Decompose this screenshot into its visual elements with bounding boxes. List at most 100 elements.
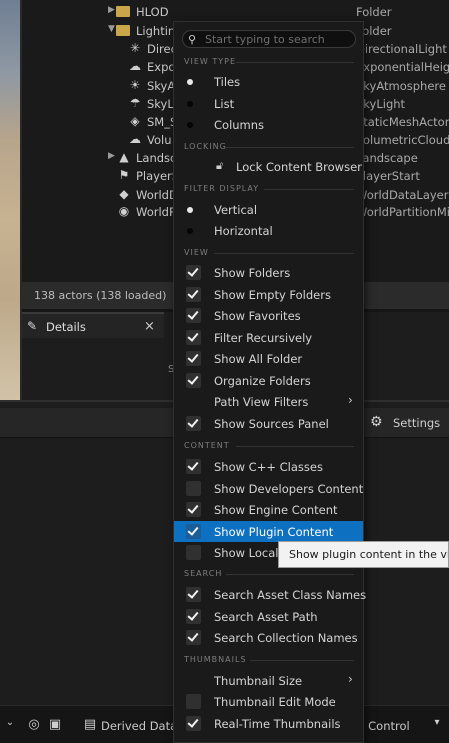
menu-item-show-all-folder[interactable]: Show All Folder <box>174 348 363 369</box>
menu-item-label: Show Developers Content <box>214 482 364 496</box>
collapse-arrow-icon[interactable]: ▼ <box>108 24 115 34</box>
checkbox-checked-icon[interactable] <box>186 716 201 731</box>
outliner-row-name: WorldP <box>136 205 176 219</box>
menu-item-lock-content-browser[interactable]: 🔓︎ Lock Content Browser <box>174 156 363 177</box>
chevron-down-icon[interactable]: ⌄ <box>2 717 18 733</box>
checkbox-unchecked-icon[interactable] <box>186 545 201 560</box>
menu-item-label: Thumbnail Size <box>214 674 303 688</box>
menu-item-search-asset-class-names[interactable]: Search Asset Class Names <box>174 584 367 605</box>
checkbox-checked-icon[interactable] <box>186 308 201 323</box>
chevron-right-icon: › <box>348 672 353 686</box>
checkbox-unchecked-icon[interactable] <box>186 481 201 496</box>
menu-item-show-favorites[interactable]: Show Favorites <box>174 305 363 326</box>
checkbox-checked-icon[interactable] <box>186 351 201 366</box>
menu-item-thumbnail-size[interactable]: Thumbnail Size › <box>174 670 363 691</box>
outliner-row-type: Landscape <box>356 151 418 165</box>
menu-item-label: Search Collection Names <box>214 631 358 645</box>
checkbox-checked-icon[interactable] <box>186 330 201 345</box>
menu-item-show-folders[interactable]: Show Folders <box>174 262 363 283</box>
section-divider <box>264 189 354 190</box>
settings-label: Settings <box>393 416 441 430</box>
menu-item-filter-recursively[interactable]: Filter Recursively <box>174 327 363 348</box>
menu-item-show-empty-folders[interactable]: Show Empty Folders <box>174 284 363 305</box>
checkbox-checked-icon[interactable] <box>186 265 201 280</box>
outliner-row[interactable]: ▶ HLOD Folder <box>22 2 449 22</box>
menu-item-label: Show Plugin Content <box>214 525 334 539</box>
expand-arrow-icon[interactable]: ▶ <box>108 5 115 15</box>
menu-item-label: Show All Folder <box>214 352 303 366</box>
checkbox-checked-icon[interactable] <box>186 502 201 517</box>
menu-item-show-developers-content[interactable]: Show Developers Content <box>174 478 363 499</box>
level-viewport[interactable] <box>0 0 22 400</box>
derived-data-icon: ▤ <box>83 717 97 732</box>
checkbox-checked-icon[interactable] <box>186 609 201 624</box>
section-divider <box>236 446 354 447</box>
section-view-type: VIEW TYPE <box>184 57 236 66</box>
outliner-row-type: WorldPartitionMini <box>356 205 449 219</box>
menu-item-path-view-filters[interactable]: Path View Filters › <box>174 391 363 412</box>
section-search: SEARCH <box>184 569 223 578</box>
trace-icon[interactable]: ◎ <box>26 717 42 733</box>
outliner-row-type: SkyAtmosphere <box>356 79 446 93</box>
outliner-row-name: SkyA <box>147 79 176 93</box>
menu-item-organize-folders[interactable]: Organize Folders <box>174 370 363 391</box>
menu-item-show-cpp-classes[interactable]: Show C++ Classes <box>174 456 363 477</box>
close-icon[interactable]: × <box>144 319 155 334</box>
camera-icon[interactable]: ▣ <box>47 717 63 733</box>
sun-icon: ✳ <box>129 41 141 55</box>
menu-item-label: Search Asset Class Names <box>214 588 367 602</box>
menu-item-columns[interactable]: Columns <box>174 114 363 135</box>
menu-item-label: Show Folders <box>214 266 291 280</box>
menu-item-label: Columns <box>214 118 265 132</box>
outliner-row-name: Volu <box>147 133 172 147</box>
menu-item-list[interactable]: List <box>174 93 363 114</box>
static-mesh-icon: ◈ <box>130 114 140 128</box>
pencil-icon: ✎ <box>27 319 38 333</box>
data-layers-icon: ◆ <box>119 187 129 201</box>
checkbox-checked-icon[interactable] <box>186 416 201 431</box>
menu-item-show-plugin-content[interactable]: Show Plugin Content <box>174 521 363 542</box>
menu-item-show-sources-panel[interactable]: Show Sources Panel <box>174 413 363 434</box>
menu-item-label: Organize Folders <box>214 374 311 388</box>
checkbox-checked-icon[interactable] <box>186 459 201 474</box>
checkbox-checked-icon[interactable] <box>186 373 201 388</box>
menu-item-tiles[interactable]: Tiles <box>174 71 363 92</box>
menu-item-label: Show Empty Folders <box>214 288 331 302</box>
menu-item-thumbnail-edit-mode[interactable]: Thumbnail Edit Mode <box>174 691 363 712</box>
search-input[interactable] <box>205 32 353 46</box>
outliner-row-type: DirectionalLight <box>356 42 447 56</box>
menu-item-horizontal[interactable]: Horizontal <box>174 220 363 241</box>
landscape-icon: ▲ <box>119 150 129 164</box>
outliner-row-type: StaticMeshActor <box>356 115 449 129</box>
chevron-right-icon: › <box>348 393 353 407</box>
fog-icon: ☁ <box>129 59 141 73</box>
outliner-row-name: WorldD <box>136 188 178 202</box>
checkbox-unchecked-icon[interactable] <box>186 694 201 709</box>
expand-arrow-icon[interactable]: ▶ <box>108 151 115 161</box>
outliner-row-name: Expo <box>147 60 176 74</box>
section-divider <box>236 62 354 63</box>
section-divider <box>226 574 354 575</box>
content-browser-settings-menu: ⚲ VIEW TYPE Tiles List Columns LOCKING 🔓… <box>173 21 367 743</box>
menu-item-label: Show C++ Classes <box>214 460 323 474</box>
menu-search-box[interactable]: ⚲ <box>182 30 356 48</box>
tab-details[interactable]: ✎ Details × <box>22 312 164 338</box>
checkbox-checked-icon[interactable] <box>186 587 201 602</box>
outliner-row-type: WorldDataLayers <box>356 188 449 202</box>
section-locking: LOCKING <box>184 142 227 151</box>
menu-item-vertical[interactable]: Vertical <box>174 199 363 220</box>
menu-item-search-asset-path[interactable]: Search Asset Path <box>174 606 363 627</box>
checkbox-checked-icon[interactable] <box>186 287 201 302</box>
checkbox-checked-icon[interactable] <box>186 630 201 645</box>
menu-item-real-time-thumbnails[interactable]: Real-Time Thumbnails <box>174 713 363 734</box>
outliner-row-name: HLOD <box>136 5 169 19</box>
section-divider <box>214 253 354 254</box>
checkbox-checked-icon[interactable] <box>186 524 201 539</box>
chevron-down-icon[interactable]: ▾ <box>429 717 445 733</box>
section-filter-display: FILTER DISPLAY <box>184 184 260 193</box>
radio-selected-icon <box>187 79 193 85</box>
menu-item-label: Real-Time Thumbnails <box>214 717 341 731</box>
menu-item-show-engine-content[interactable]: Show Engine Content <box>174 499 363 520</box>
derived-data-button[interactable]: Derived Data <box>101 719 177 733</box>
menu-item-search-collection-names[interactable]: Search Collection Names <box>174 627 363 648</box>
